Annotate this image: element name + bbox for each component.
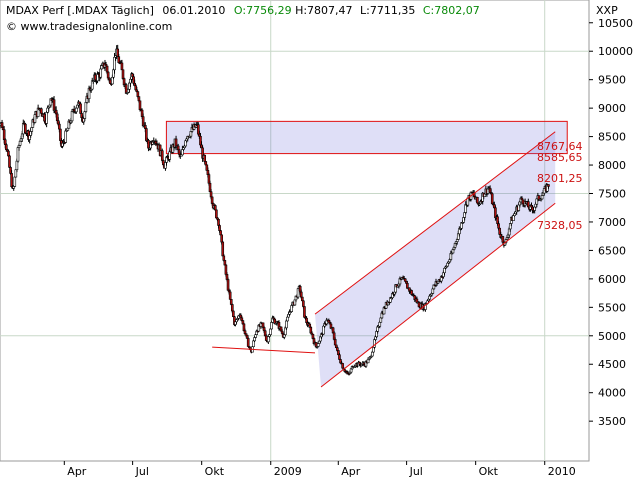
y-tick-label-4500: 4500 <box>598 358 626 371</box>
candle-body <box>497 223 500 229</box>
y-tick-label-10500: 10500 <box>598 17 633 30</box>
candle-body <box>221 241 225 257</box>
candle-body <box>264 335 268 341</box>
y-tick-label-8500: 8500 <box>598 131 626 144</box>
candle-body <box>230 304 234 312</box>
y-axis: 3500 4000 4500 5000 5500 6000 6500 7000 7500 8000… <box>589 17 633 428</box>
candle-body <box>99 68 103 78</box>
candle-body <box>371 351 374 357</box>
y-tick-label-7500: 7500 <box>598 188 626 201</box>
candle-body <box>285 320 288 329</box>
currency-label: XXP <box>596 4 618 17</box>
candle-body <box>215 209 218 219</box>
y-tick-label-5000: 5000 <box>598 330 626 343</box>
x-tick-label-4: Apr <box>341 465 361 478</box>
candle-body <box>137 96 141 102</box>
candle-body <box>222 255 226 261</box>
header-close: C:7802,07 <box>423 4 480 17</box>
y-tick-label-5500: 5500 <box>598 301 626 314</box>
candle-body <box>228 291 232 300</box>
candle-body <box>336 347 339 351</box>
x-axis: Apr Jul Okt 2009 Apr Jul Okt 2010 <box>63 461 576 478</box>
chart-header: MDAX Perf [.MDAX Täglich] 06.01.2010 O:7… <box>6 4 480 17</box>
candle-body <box>243 330 247 334</box>
candle-body <box>58 123 61 130</box>
candle-body <box>540 195 544 200</box>
candle-body <box>138 100 142 110</box>
level-label-8585: 8585,65 <box>537 151 583 164</box>
candle-body <box>269 328 272 335</box>
header-date: 06.01.2010 <box>162 4 225 17</box>
candle-body <box>121 69 125 79</box>
chart: 3500 4000 4500 5000 5500 6000 6500 7000 7500 8000… <box>0 0 633 478</box>
candle-body <box>219 230 222 236</box>
y-tick-label-6500: 6500 <box>598 244 626 257</box>
candle-body <box>33 114 37 123</box>
x-tick-label-3: 2009 <box>274 465 302 478</box>
candle-body <box>378 321 382 327</box>
candle-body <box>232 310 235 317</box>
candle-body <box>70 111 74 122</box>
x-tick-label-6: Okt <box>479 465 499 478</box>
y-tick-label-7000: 7000 <box>598 216 626 229</box>
watermark: © www.tradesignalonline.com <box>6 20 172 33</box>
candle-body <box>136 91 140 97</box>
candle-body <box>13 176 17 187</box>
x-tick-label-7: 2010 <box>548 465 576 478</box>
candle-body <box>214 205 217 211</box>
header-high: H:7807,47 <box>295 4 352 17</box>
y-tick-label-6000: 6000 <box>598 273 626 286</box>
x-tick-label-1: Jul <box>135 465 149 478</box>
candle-body <box>254 334 257 338</box>
y-tick-label-10000: 10000 <box>598 45 633 58</box>
candle-body <box>302 300 305 307</box>
candle-body <box>246 338 250 347</box>
candle-body <box>120 62 124 71</box>
header-open: O:7756,29 <box>234 4 292 17</box>
candle-body <box>160 150 164 161</box>
candle-body <box>341 363 344 369</box>
candle-body <box>10 173 13 187</box>
candle-body <box>338 354 341 360</box>
candle-body <box>316 343 320 347</box>
y-tick-label-4000: 4000 <box>598 387 626 400</box>
y-tick-label-3500: 3500 <box>598 415 626 428</box>
candle-body <box>66 127 70 131</box>
header-instrument: MDAX Perf [.MDAX Täglich] <box>6 4 154 17</box>
candle-body <box>18 140 22 146</box>
candle-body <box>403 278 407 282</box>
level-label-7328: 7328,05 <box>537 219 583 232</box>
candle-body <box>449 253 453 260</box>
candle-body <box>30 127 34 132</box>
candle-body <box>40 108 43 114</box>
candle-body <box>45 112 48 124</box>
candle-body <box>204 161 208 166</box>
candle-body <box>333 339 337 346</box>
candle-body <box>209 191 213 198</box>
level-label-8201: 8201,25 <box>537 172 583 185</box>
candle-body <box>218 225 221 231</box>
x-tick-label-2: Okt <box>205 465 225 478</box>
candle-body <box>476 197 479 204</box>
candle-body <box>75 107 78 113</box>
candle-body <box>203 155 207 162</box>
y-tick-label-8000: 8000 <box>598 159 626 172</box>
resistance-zone-0 <box>165 120 568 155</box>
y-tick-label-9000: 9000 <box>598 102 626 115</box>
candle-body <box>286 316 289 322</box>
y-tick-label-9500: 9500 <box>598 74 626 87</box>
candle-body <box>64 130 68 143</box>
header-low: L:7711,35 <box>360 4 415 17</box>
x-tick-label-0: Apr <box>67 465 87 478</box>
candle-body <box>299 291 303 298</box>
candle-body <box>168 151 171 160</box>
x-tick-label-5: Jul <box>409 465 423 478</box>
candle-body <box>8 155 11 168</box>
candle-body <box>270 322 273 330</box>
